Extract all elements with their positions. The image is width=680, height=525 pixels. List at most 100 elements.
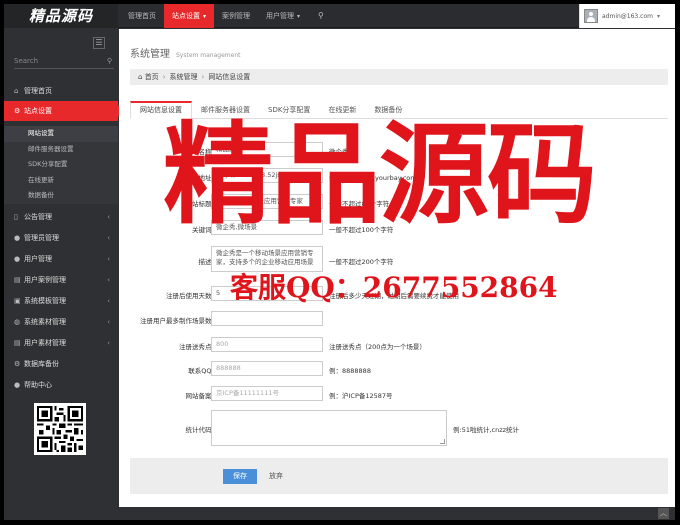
- sidebar-item-label: 公告管理: [24, 213, 52, 221]
- chevron-left-icon: ‹: [107, 318, 110, 326]
- field-hint: 注册送秀点（200点为一个场景）: [329, 343, 426, 351]
- user-menu[interactable]: admin@163.com ▾: [579, 4, 675, 28]
- sidebar-submenu: 网站设置 邮件服务器设置 SDK分享配置 在线更新 数据备份: [4, 126, 118, 204]
- submenu-item-online-update[interactable]: 在线更新: [4, 173, 118, 189]
- cancel-button[interactable]: 放弃: [269, 469, 283, 484]
- sidebar-item-site-settings[interactable]: ⚙ 站点设置: [4, 101, 124, 121]
- sidebar-item-notices[interactable]: ▯ 公告管理 ‹: [4, 207, 118, 227]
- free-days-input[interactable]: 5: [211, 286, 323, 301]
- template-icon: ▣: [14, 297, 21, 305]
- top-nav-label: 用户管理: [266, 12, 295, 20]
- field-hint: 一般不超过200个字符: [329, 258, 394, 266]
- search-icon[interactable]: ⚲: [308, 4, 334, 28]
- save-button[interactable]: 保存: [223, 469, 257, 484]
- sidebar-item-help[interactable]: ● 帮助中心: [4, 375, 118, 395]
- avatar: [584, 9, 598, 23]
- top-bar: 精品源码 管理首页 站点设置 ▾ 案例管理 用户管理 ▾ ⚲ admin@163.c…: [4, 4, 675, 28]
- sidebar-item-label: 帮助中心: [24, 381, 52, 389]
- tab-sdk-share[interactable]: SDK分享配置: [259, 101, 319, 119]
- app-frame: 精品源码 管理首页 站点设置 ▾ 案例管理 用户管理 ▾ ⚲ admin@163.c…: [4, 4, 675, 520]
- breadcrumb-separator: ›: [201, 73, 205, 81]
- top-nav-label: 站点设置: [172, 12, 200, 20]
- search-placeholder: Search: [14, 57, 39, 65]
- chevron-down-icon: ▾: [203, 13, 207, 20]
- top-nav-cases[interactable]: 案例管理: [214, 4, 258, 28]
- field-hint: 例：沪ICP备12587号: [329, 392, 393, 400]
- image-icon: ◍: [14, 318, 21, 326]
- home-icon: ⌂: [138, 73, 143, 81]
- site-name-input[interactable]: 精品源码: [211, 142, 323, 157]
- breadcrumb-system[interactable]: 系统管理: [170, 73, 198, 81]
- field-hint: 例:http://www.yourbay.com: [329, 174, 417, 182]
- resize-handle-icon[interactable]: [440, 439, 445, 444]
- chevron-down-icon: ▾: [656, 12, 660, 20]
- tab-site-info[interactable]: 网站信息设置: [130, 101, 192, 119]
- sidebar-item-label: 站点设置: [24, 107, 52, 115]
- sidebar-item-label: 系统模板管理: [24, 297, 66, 305]
- top-nav-label: 管理首页: [128, 12, 156, 20]
- sidebar-search-input[interactable]: Search ⚲: [14, 57, 114, 69]
- sidebar: ☰ Search ⚲ ⌂ 管理首页 ⚙ 站点设置 网站设置 邮件服务器设置 SDK分…: [4, 29, 124, 520]
- sidebar-item-label: 用户管理: [24, 255, 52, 263]
- sidebar-item-label: 数据库备份: [24, 360, 59, 368]
- submenu-item-site-settings[interactable]: 网站设置: [4, 126, 118, 142]
- cogs-icon: ⚙: [14, 107, 21, 115]
- field-hint: 一般不超过100个字符: [329, 226, 394, 234]
- top-nav-home[interactable]: 管理首页: [120, 4, 164, 28]
- field-hint: 注册后多少天过期，过期后需要续费才能使用: [329, 292, 459, 300]
- breadcrumb-home[interactable]: 首页: [145, 73, 159, 81]
- stats-code-textarea[interactable]: [211, 410, 447, 446]
- qq-input[interactable]: 888888: [211, 361, 323, 376]
- tab-bar: 网站信息设置 邮件服务器设置 SDK分享配置 在线更新 数据备份: [130, 101, 668, 119]
- reg-points-input[interactable]: 800: [211, 337, 323, 352]
- sidebar-item-user-cases[interactable]: ▤ 用户案例管理 ‹: [4, 270, 118, 290]
- keywords-input[interactable]: 微企秀,微场景: [211, 220, 323, 235]
- tab-data-backup[interactable]: 数据备份: [365, 101, 411, 119]
- max-scenes-input[interactable]: [211, 311, 323, 326]
- submenu-item-data-backup[interactable]: 数据备份: [4, 188, 118, 204]
- top-nav-site-settings[interactable]: 站点设置 ▾: [164, 4, 215, 28]
- sidebar-item-db-backup[interactable]: ⚙ 数据库备份: [4, 354, 118, 374]
- sidebar-item-users[interactable]: ● 用户管理 ‹: [4, 249, 118, 269]
- chevron-left-icon: ‹: [107, 276, 110, 284]
- sidebar-item-user-assets[interactable]: ▤ 用户素材管理 ‹: [4, 333, 118, 353]
- page-title: 系统管理 System management: [130, 45, 240, 60]
- bookmark-icon: ▯: [14, 213, 18, 221]
- chevron-left-icon: ‹: [107, 255, 110, 263]
- list-icon: ▤: [14, 276, 21, 284]
- tab-mail-server[interactable]: 邮件服务器设置: [192, 101, 259, 119]
- sidebar-item-templates[interactable]: ▣ 系统模板管理 ‹: [4, 291, 118, 311]
- sidebar-item-label: 用户素材管理: [24, 339, 66, 347]
- sidebar-item-system-assets[interactable]: ◍ 系统素材管理 ‹: [4, 312, 118, 332]
- site-title-input[interactable]: 微企秀-移动场景应用营销专家: [211, 194, 323, 209]
- database-icon: ⚙: [14, 360, 21, 368]
- submenu-item-mail-server[interactable]: 邮件服务器设置: [4, 142, 118, 158]
- top-nav-label: 案例管理: [222, 12, 251, 20]
- help-icon: ●: [14, 381, 21, 389]
- sidebar-item-label: 系统素材管理: [24, 318, 66, 326]
- field-hint: 一般不超过80个字符: [329, 200, 390, 208]
- scroll-top-icon[interactable]: ︿: [658, 508, 669, 519]
- page-subtitle: System management: [176, 52, 241, 59]
- chevron-down-icon: ▾: [297, 13, 301, 20]
- sidebar-item-home[interactable]: ⌂ 管理首页: [4, 81, 118, 101]
- chevron-left-icon: ‹: [107, 234, 110, 242]
- sidebar-item-label: 管理员管理: [24, 234, 59, 242]
- description-textarea[interactable]: 微企秀是一个移动场景应用营销专家，支持多个的企业移动应用场景: [211, 246, 323, 272]
- folder-icon: ▤: [14, 339, 21, 347]
- users-icon: ●: [14, 255, 21, 263]
- bottom-bar: ︿: [119, 507, 675, 520]
- submenu-item-sdk-share[interactable]: SDK分享配置: [4, 157, 118, 173]
- main-content: 系统管理 System management ⌂ 首页 › 系统管理 › 网站信息设置 网…: [119, 29, 675, 507]
- top-nav: 管理首页 站点设置 ▾ 案例管理 用户管理 ▾ ⚲: [120, 4, 334, 28]
- qr-code: [34, 403, 86, 455]
- menu-toggle-icon[interactable]: ☰: [93, 37, 105, 49]
- site-url-input[interactable]: http://www.nc8.52jscn.com: [211, 168, 323, 183]
- top-nav-users[interactable]: 用户管理 ▾: [258, 4, 308, 28]
- sidebar-item-admins[interactable]: ● 管理员管理 ‹: [4, 228, 118, 248]
- tab-online-update[interactable]: 在线更新: [319, 101, 365, 119]
- logo: 精品源码: [4, 4, 118, 28]
- icp-input[interactable]: 京ICP备11111111号: [211, 386, 323, 401]
- home-icon: ⌂: [14, 87, 19, 95]
- breadcrumb-current: 网站信息设置: [208, 73, 251, 81]
